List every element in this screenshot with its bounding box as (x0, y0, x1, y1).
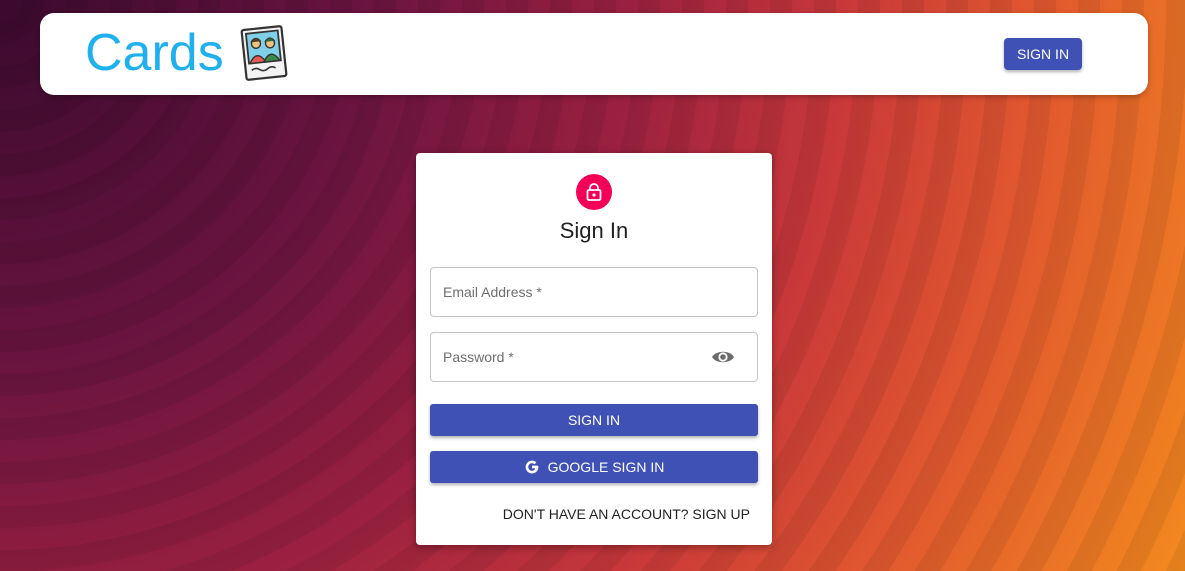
header-sign-in-button[interactable]: SIGN IN (1004, 38, 1082, 70)
email-input[interactable] (443, 268, 703, 316)
google-sign-in-label: GOOGLE SIGN IN (547, 459, 665, 475)
brand[interactable]: Cards (85, 25, 290, 81)
eye-icon[interactable] (711, 346, 735, 368)
page-title: Sign In (559, 218, 629, 243)
google-sign-in-button[interactable]: GOOGLE SIGN IN (430, 451, 758, 483)
lock-avatar (576, 174, 612, 210)
google-g-icon (525, 460, 539, 474)
sign-in-card: Sign In SIGN IN GOOGLE SIGN IN DON'T HAV… (416, 153, 772, 545)
password-field[interactable] (430, 332, 758, 382)
sign-up-link[interactable]: DON'T HAVE AN ACCOUNT? SIGN UP (503, 506, 750, 522)
brand-name: Cards (85, 24, 224, 82)
lock-icon (586, 183, 602, 201)
sign-in-button[interactable]: SIGN IN (430, 404, 758, 436)
app-header: Cards SIGN IN (40, 13, 1148, 95)
photo-card-icon (240, 25, 288, 81)
email-field[interactable] (430, 267, 758, 317)
password-input[interactable] (443, 333, 703, 381)
